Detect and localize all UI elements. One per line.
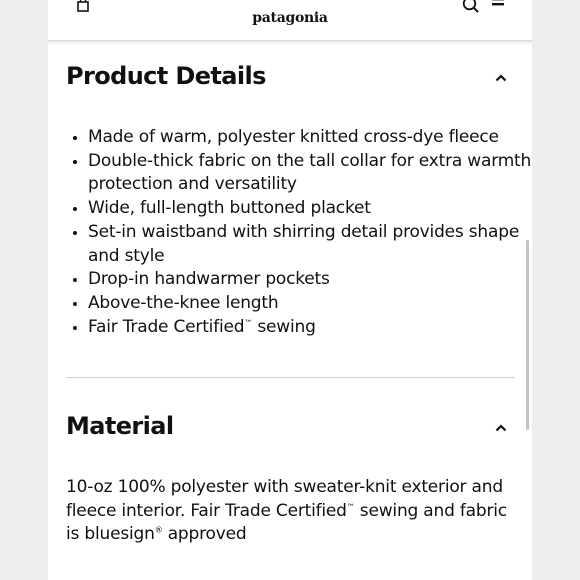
list-item: Double-thick fabric on the tall collar f… <box>88 150 532 197</box>
section-divider <box>66 377 515 378</box>
scrollbar[interactable] <box>526 240 529 430</box>
product-details-heading[interactable]: Product Details <box>66 62 266 90</box>
list-item: Set-in waistband with shirring detail pr… <box>88 221 532 268</box>
fair-trade-suffix: sewing <box>252 316 316 337</box>
search-icon[interactable] <box>462 0 480 14</box>
caret-up-icon[interactable] <box>495 74 507 82</box>
caret-up-icon[interactable] <box>495 424 507 432</box>
material-description: 10-oz 100% polyester with sweater-knit e… <box>66 476 516 547</box>
list-item: Drop-in handwarmer pockets <box>88 268 532 292</box>
material-heading[interactable]: Material <box>66 412 174 440</box>
trademark-mark: ™ <box>346 502 355 512</box>
product-page: patagonia Product Details Made of warm, … <box>48 0 532 580</box>
patagonia-logo[interactable]: patagonia <box>48 10 532 26</box>
product-details-list: Made of warm, polyester knitted cross-dy… <box>66 126 532 339</box>
list-item: Wide, full-length buttoned placket <box>88 197 532 221</box>
site-header: patagonia <box>48 0 532 41</box>
list-item: Fair Trade Certified™ sewing <box>88 316 532 340</box>
list-item: Above-the-knee length <box>88 292 532 316</box>
list-item: Made of warm, polyester knitted cross-dy… <box>88 126 532 150</box>
menu-icon[interactable] <box>492 0 504 8</box>
material-text-3: approved <box>162 524 247 545</box>
fair-trade-text: Fair Trade Certified <box>88 316 245 337</box>
registered-mark: ® <box>154 525 163 535</box>
